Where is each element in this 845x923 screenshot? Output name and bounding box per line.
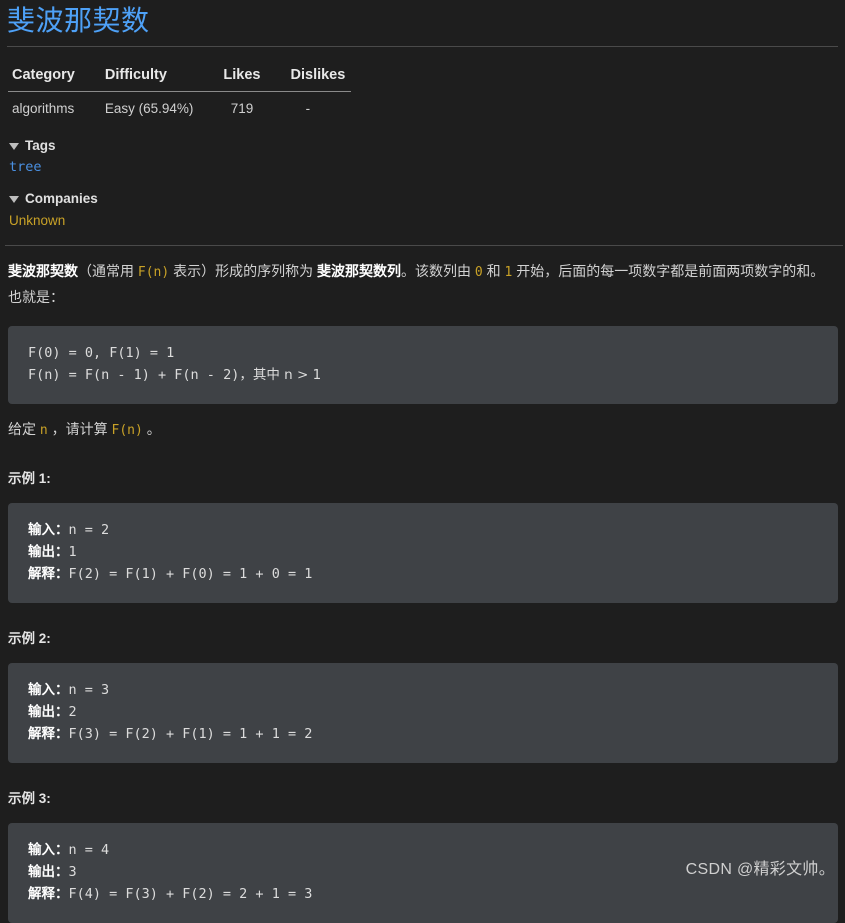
description-bold-sequence: 斐波那契数列	[316, 263, 401, 279]
page-title: 斐波那契数	[7, 5, 150, 36]
example-3-input-value: n = 4	[68, 842, 110, 858]
csdn-watermark: CSDN @精彩文帅。	[685, 861, 835, 878]
problem-closing-statement: 给定 n ，请计算 F(n) 。	[8, 417, 838, 443]
companies-section-label: Companies	[25, 191, 98, 206]
example-2-explain-label: 解释：	[28, 726, 69, 742]
example-1-input-value: n = 2	[68, 522, 110, 538]
example-1-output-value: 1	[68, 544, 77, 560]
example-2-explain-value: F(3) = F(2) + F(1) = 1 + 1 = 2	[68, 726, 313, 742]
closing-part-c: 。	[142, 421, 161, 437]
tag-link-tree[interactable]: tree	[9, 159, 42, 175]
company-item-unknown: Unknown	[9, 213, 66, 228]
example-1-input-label: 输入：	[28, 522, 69, 538]
description-part2: 表示）形成的序列称为	[169, 263, 317, 279]
example-3-explain-value: F(4) = F(3) + F(2) = 2 + 1 = 3	[68, 886, 313, 902]
closing-part-a: 给定	[8, 421, 40, 437]
closing-part-b: ，请计算	[47, 421, 112, 437]
cell-difficulty: Easy (65.94%)	[104, 101, 194, 116]
cell-category: algorithms	[12, 101, 75, 116]
problem-description: 斐波那契数（通常用 F(n) 表示）形成的序列称为 斐波那契数列。该数列由 0 …	[8, 259, 838, 310]
example-2-input-value: n = 3	[68, 682, 110, 698]
inline-code-fn: F(n)	[137, 265, 170, 280]
description-part1: （通常用	[78, 263, 138, 279]
description-part4: 和	[482, 263, 505, 279]
companies-section-toggle[interactable]: Companies	[9, 191, 838, 206]
inline-code-fn-closing: F(n)	[111, 423, 143, 438]
example-1-code-block: 输入：n = 2 输出：1 解释：F(2) = F(1) + F(0) = 1 …	[8, 503, 838, 603]
example-2-code-block: 输入：n = 3 输出：2 解释：F(3) = F(2) + F(1) = 1 …	[8, 663, 838, 763]
example-3-heading: 示例 3:	[8, 791, 51, 806]
example-1-explain-label: 解释：	[28, 566, 69, 582]
example-1-explain-value: F(2) = F(1) + F(0) = 1 + 0 = 1	[68, 566, 313, 582]
description-bold-lead: 斐波那契数	[8, 263, 78, 279]
formula-code-block: F(0) = 0, F(1) = 1 F(n) = F(n - 1) + F(n…	[8, 326, 838, 404]
column-header-category: Category	[8, 63, 101, 92]
column-header-dislikes: Dislikes	[286, 63, 352, 92]
table-header-row: Category Difficulty Likes Dislikes	[8, 63, 352, 92]
column-header-difficulty: Difficulty	[100, 63, 220, 92]
example-2-output-value: 2	[68, 704, 77, 720]
tags-section-label: Tags	[25, 138, 56, 153]
example-3-input-label: 输入：	[28, 842, 69, 858]
formula-line-2a: F(n) = F(n - 1) + F(n - 2)	[28, 367, 240, 383]
example-2-output-label: 输出：	[28, 704, 69, 720]
cell-likes: 719	[230, 101, 254, 116]
formula-line-2b: ，其中 n > 1	[239, 367, 322, 383]
title-divider	[7, 46, 838, 47]
inline-code-n: n	[39, 423, 48, 438]
chevron-down-icon	[9, 196, 19, 203]
example-3-explain-label: 解释：	[28, 886, 69, 902]
cell-dislikes: -	[305, 101, 311, 116]
problem-meta-table: Category Difficulty Likes Dislikes algor…	[8, 63, 352, 123]
description-part3: 。该数列由	[400, 263, 475, 279]
chevron-down-icon	[9, 143, 19, 150]
column-header-likes: Likes	[219, 63, 287, 92]
tags-section-toggle[interactable]: Tags	[9, 138, 838, 153]
example-1-output-label: 输出：	[28, 544, 69, 560]
example-2-input-label: 输入：	[28, 682, 69, 698]
table-row: algorithms Easy (65.94%) 719 -	[8, 92, 351, 123]
example-3-output-value: 3	[68, 864, 77, 880]
example-3-output-label: 输出：	[28, 864, 69, 880]
inline-code-zero: 0	[474, 265, 483, 280]
formula-line-1: F(0) = 0, F(1) = 1	[28, 345, 175, 361]
example-1-heading: 示例 1:	[8, 471, 51, 486]
meta-content-divider	[5, 245, 843, 246]
example-2-heading: 示例 2:	[8, 631, 51, 646]
problem-page: 斐波那契数 Category Difficulty Likes Dislikes…	[0, 0, 845, 923]
